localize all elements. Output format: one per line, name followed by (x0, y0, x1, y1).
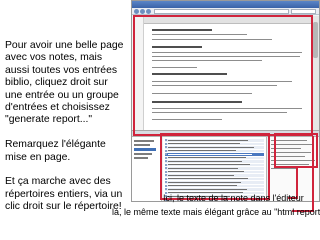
editor-note-caption: Ici, le texte de la note dans l'éditeur (163, 193, 304, 203)
reload-icon[interactable] (146, 9, 151, 14)
items-highlight-box (160, 133, 270, 200)
collections-pane (132, 137, 162, 201)
collection-item[interactable] (134, 157, 148, 159)
report-highlight-box (133, 15, 313, 136)
collection-item[interactable] (134, 153, 152, 155)
back-icon[interactable] (134, 9, 139, 14)
instructions-paragraph-layout: Remarquez l'élégante mise en page. (5, 139, 106, 163)
collection-item-selected[interactable] (134, 148, 156, 151)
browser-title-bar (132, 1, 319, 8)
instructions-paragraph-folders: Et ça marche avec des répertoires entier… (5, 176, 123, 213)
browser-toolbar (132, 8, 319, 15)
collection-item[interactable] (134, 140, 154, 142)
instructions-paragraph-generate-report: Pour avoir une belle page avec vos notes… (5, 40, 124, 126)
note-line (271, 168, 297, 170)
report-arrow-line (312, 136, 314, 211)
scrollbar-thumb[interactable] (313, 22, 318, 58)
collection-item[interactable] (134, 144, 150, 146)
search-field[interactable] (291, 9, 316, 14)
instructions-text: Pour avoir une belle page avec vos notes… (5, 40, 127, 226)
report-note-caption: là, le même texte mais élégant grâce au … (112, 207, 320, 217)
address-bar[interactable] (154, 9, 289, 14)
forward-icon[interactable] (140, 9, 145, 14)
